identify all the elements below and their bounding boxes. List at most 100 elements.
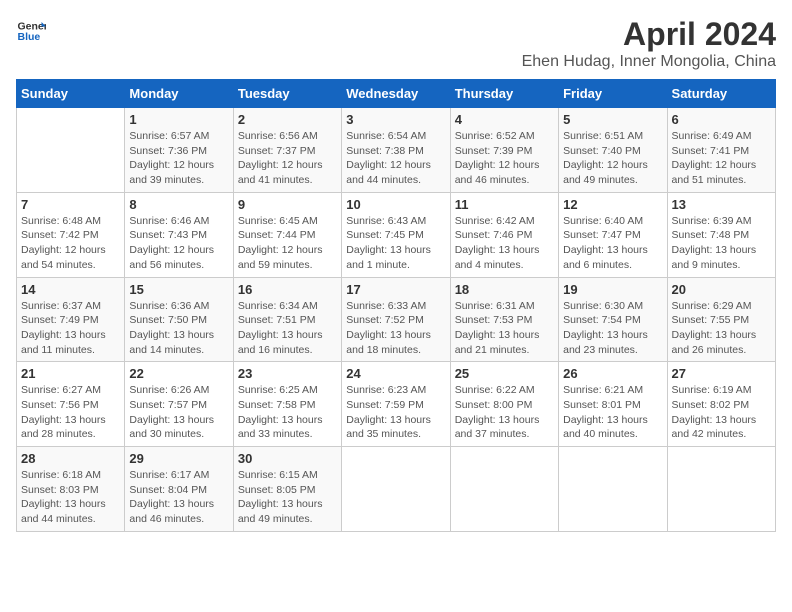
calendar-cell: 15 Sunrise: 6:36 AM Sunset: 7:50 PM Dayli… bbox=[125, 277, 233, 362]
week-row-2: 7 Sunrise: 6:48 AM Sunset: 7:42 PM Daylig… bbox=[17, 192, 776, 277]
subtitle: Ehen Hudag, Inner Mongolia, China bbox=[522, 53, 776, 71]
day-info: Sunrise: 6:19 AM Sunset: 8:02 PM Dayligh… bbox=[672, 383, 771, 442]
calendar-cell bbox=[342, 447, 450, 532]
calendar-cell: 7 Sunrise: 6:48 AM Sunset: 7:42 PM Daylig… bbox=[17, 192, 125, 277]
day-info: Sunrise: 6:48 AM Sunset: 7:42 PM Dayligh… bbox=[21, 214, 120, 273]
day-info: Sunrise: 6:27 AM Sunset: 7:56 PM Dayligh… bbox=[21, 383, 120, 442]
day-info: Sunrise: 6:25 AM Sunset: 7:58 PM Dayligh… bbox=[238, 383, 337, 442]
day-info: Sunrise: 6:54 AM Sunset: 7:38 PM Dayligh… bbox=[346, 129, 445, 188]
day-info: Sunrise: 6:26 AM Sunset: 7:57 PM Dayligh… bbox=[129, 383, 228, 442]
calendar-cell: 13Sunrise: 6:39 AM Sunset: 7:48 PM Dayli… bbox=[667, 192, 775, 277]
day-info: Sunrise: 6:42 AM Sunset: 7:46 PM Dayligh… bbox=[455, 214, 554, 273]
calendar-cell: 26 Sunrise: 6:21 AM Sunset: 8:01 PM Dayli… bbox=[559, 362, 667, 447]
day-info: Sunrise: 6:31 AM Sunset: 7:53 PM Dayligh… bbox=[455, 299, 554, 358]
calendar-cell: 10 Sunrise: 6:43 AM Sunset: 7:45 PM Dayli… bbox=[342, 192, 450, 277]
day-info: Sunrise: 6:49 AM Sunset: 7:41 PM Dayligh… bbox=[672, 129, 771, 188]
calendar-cell: 19Sunrise: 6:30 AM Sunset: 7:54 PM Dayli… bbox=[559, 277, 667, 362]
day-number: 14 bbox=[21, 282, 120, 297]
day-number: 17 bbox=[346, 282, 445, 297]
day-info: Sunrise: 6:21 AM Sunset: 8:01 PM Dayligh… bbox=[563, 383, 662, 442]
calendar-cell: 25Sunrise: 6:22 AM Sunset: 8:00 PM Dayli… bbox=[450, 362, 558, 447]
day-number: 20 bbox=[672, 282, 771, 297]
day-number: 8 bbox=[129, 197, 228, 212]
day-info: Sunrise: 6:46 AM Sunset: 7:43 PM Dayligh… bbox=[129, 214, 228, 273]
calendar-cell bbox=[667, 447, 775, 532]
day-number: 15 bbox=[129, 282, 228, 297]
day-info: Sunrise: 6:23 AM Sunset: 7:59 PM Dayligh… bbox=[346, 383, 445, 442]
calendar-cell: 1Sunrise: 6:57 AM Sunset: 7:36 PM Daylig… bbox=[125, 108, 233, 193]
day-info: Sunrise: 6:30 AM Sunset: 7:54 PM Dayligh… bbox=[563, 299, 662, 358]
main-title: April 2024 bbox=[522, 16, 776, 53]
day-info: Sunrise: 6:40 AM Sunset: 7:47 PM Dayligh… bbox=[563, 214, 662, 273]
column-header-monday: Monday bbox=[125, 80, 233, 108]
calendar-cell: 9 Sunrise: 6:45 AM Sunset: 7:44 PM Daylig… bbox=[233, 192, 341, 277]
day-number: 30 bbox=[238, 451, 337, 466]
day-number: 12 bbox=[563, 197, 662, 212]
svg-text:Blue: Blue bbox=[18, 31, 41, 43]
calendar-cell: 23 Sunrise: 6:25 AM Sunset: 7:58 PM Dayli… bbox=[233, 362, 341, 447]
day-number: 21 bbox=[21, 366, 120, 381]
column-header-friday: Friday bbox=[559, 80, 667, 108]
calendar-table: SundayMondayTuesdayWednesdayThursdayFrid… bbox=[16, 79, 776, 532]
column-header-thursday: Thursday bbox=[450, 80, 558, 108]
day-number: 7 bbox=[21, 197, 120, 212]
day-number: 22 bbox=[129, 366, 228, 381]
day-info: Sunrise: 6:56 AM Sunset: 7:37 PM Dayligh… bbox=[238, 129, 337, 188]
day-info: Sunrise: 6:45 AM Sunset: 7:44 PM Dayligh… bbox=[238, 214, 337, 273]
calendar-cell: 29Sunrise: 6:17 AM Sunset: 8:04 PM Dayli… bbox=[125, 447, 233, 532]
day-info: Sunrise: 6:34 AM Sunset: 7:51 PM Dayligh… bbox=[238, 299, 337, 358]
day-info: Sunrise: 6:18 AM Sunset: 8:03 PM Dayligh… bbox=[21, 468, 120, 527]
title-area: April 2024 Ehen Hudag, Inner Mongolia, C… bbox=[522, 16, 776, 71]
calendar-cell: 11 Sunrise: 6:42 AM Sunset: 7:46 PM Dayli… bbox=[450, 192, 558, 277]
calendar-cell: 30Sunrise: 6:15 AM Sunset: 8:05 PM Dayli… bbox=[233, 447, 341, 532]
week-row-1: 1Sunrise: 6:57 AM Sunset: 7:36 PM Daylig… bbox=[17, 108, 776, 193]
day-info: Sunrise: 6:36 AM Sunset: 7:50 PM Dayligh… bbox=[129, 299, 228, 358]
day-number: 6 bbox=[672, 112, 771, 127]
day-info: Sunrise: 6:52 AM Sunset: 7:39 PM Dayligh… bbox=[455, 129, 554, 188]
calendar-cell: 2 Sunrise: 6:56 AM Sunset: 7:37 PM Daylig… bbox=[233, 108, 341, 193]
day-number: 3 bbox=[346, 112, 445, 127]
day-number: 1 bbox=[129, 112, 228, 127]
day-number: 18 bbox=[455, 282, 554, 297]
logo: General Blue bbox=[16, 16, 46, 46]
column-header-sunday: Sunday bbox=[17, 80, 125, 108]
calendar-cell: 14 Sunrise: 6:37 AM Sunset: 7:49 PM Dayli… bbox=[17, 277, 125, 362]
week-row-3: 14 Sunrise: 6:37 AM Sunset: 7:49 PM Dayli… bbox=[17, 277, 776, 362]
calendar-cell: 6 Sunrise: 6:49 AM Sunset: 7:41 PM Daylig… bbox=[667, 108, 775, 193]
day-number: 29 bbox=[129, 451, 228, 466]
calendar-cell: 21 Sunrise: 6:27 AM Sunset: 7:56 PM Dayli… bbox=[17, 362, 125, 447]
day-number: 9 bbox=[238, 197, 337, 212]
day-number: 25 bbox=[455, 366, 554, 381]
day-number: 4 bbox=[455, 112, 554, 127]
day-number: 28 bbox=[21, 451, 120, 466]
calendar-cell: 20Sunrise: 6:29 AM Sunset: 7:55 PM Dayli… bbox=[667, 277, 775, 362]
day-number: 27 bbox=[672, 366, 771, 381]
week-row-5: 28 Sunrise: 6:18 AM Sunset: 8:03 PM Dayli… bbox=[17, 447, 776, 532]
day-info: Sunrise: 6:51 AM Sunset: 7:40 PM Dayligh… bbox=[563, 129, 662, 188]
day-number: 10 bbox=[346, 197, 445, 212]
day-info: Sunrise: 6:39 AM Sunset: 7:48 PM Dayligh… bbox=[672, 214, 771, 273]
calendar-cell: 27 Sunrise: 6:19 AM Sunset: 8:02 PM Dayli… bbox=[667, 362, 775, 447]
day-number: 24 bbox=[346, 366, 445, 381]
column-header-tuesday: Tuesday bbox=[233, 80, 341, 108]
calendar-cell: 17 Sunrise: 6:33 AM Sunset: 7:52 PM Dayli… bbox=[342, 277, 450, 362]
day-info: Sunrise: 6:43 AM Sunset: 7:45 PM Dayligh… bbox=[346, 214, 445, 273]
day-number: 16 bbox=[238, 282, 337, 297]
calendar-cell bbox=[17, 108, 125, 193]
calendar-cell: 28 Sunrise: 6:18 AM Sunset: 8:03 PM Dayli… bbox=[17, 447, 125, 532]
day-number: 26 bbox=[563, 366, 662, 381]
calendar-cell: 16 Sunrise: 6:34 AM Sunset: 7:51 PM Dayli… bbox=[233, 277, 341, 362]
calendar-cell: 18 Sunrise: 6:31 AM Sunset: 7:53 PM Dayli… bbox=[450, 277, 558, 362]
calendar-cell bbox=[559, 447, 667, 532]
day-info: Sunrise: 6:37 AM Sunset: 7:49 PM Dayligh… bbox=[21, 299, 120, 358]
calendar-cell: 4 Sunrise: 6:52 AM Sunset: 7:39 PM Daylig… bbox=[450, 108, 558, 193]
calendar-cell: 8 Sunrise: 6:46 AM Sunset: 7:43 PM Daylig… bbox=[125, 192, 233, 277]
day-number: 23 bbox=[238, 366, 337, 381]
calendar-cell: 5Sunrise: 6:51 AM Sunset: 7:40 PM Daylig… bbox=[559, 108, 667, 193]
day-number: 2 bbox=[238, 112, 337, 127]
day-number: 11 bbox=[455, 197, 554, 212]
day-info: Sunrise: 6:33 AM Sunset: 7:52 PM Dayligh… bbox=[346, 299, 445, 358]
calendar-cell bbox=[450, 447, 558, 532]
calendar-cell: 12 Sunrise: 6:40 AM Sunset: 7:47 PM Dayli… bbox=[559, 192, 667, 277]
calendar-cell: 22 Sunrise: 6:26 AM Sunset: 7:57 PM Dayli… bbox=[125, 362, 233, 447]
